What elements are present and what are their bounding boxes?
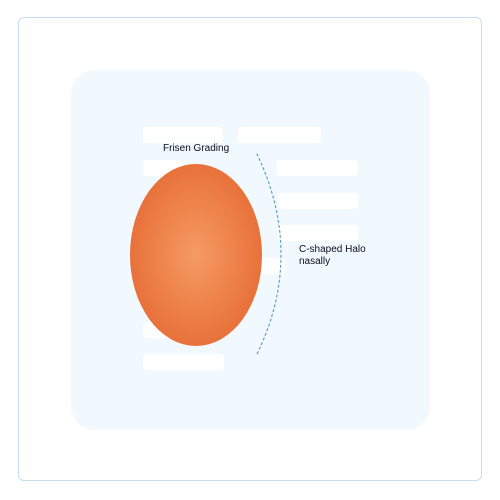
optic-disc [130,164,262,346]
disc-diagram [130,153,282,355]
diagram-stage: Frisen Grading C-shaped Halo nasally [0,0,500,500]
halo-label-line-1: C-shaped Halo [299,244,366,255]
halo-label-line-2: nasally [299,256,331,267]
diagram-title: Frisen Grading [163,143,230,154]
halo-label: C-shaped Halo nasally [299,244,389,268]
